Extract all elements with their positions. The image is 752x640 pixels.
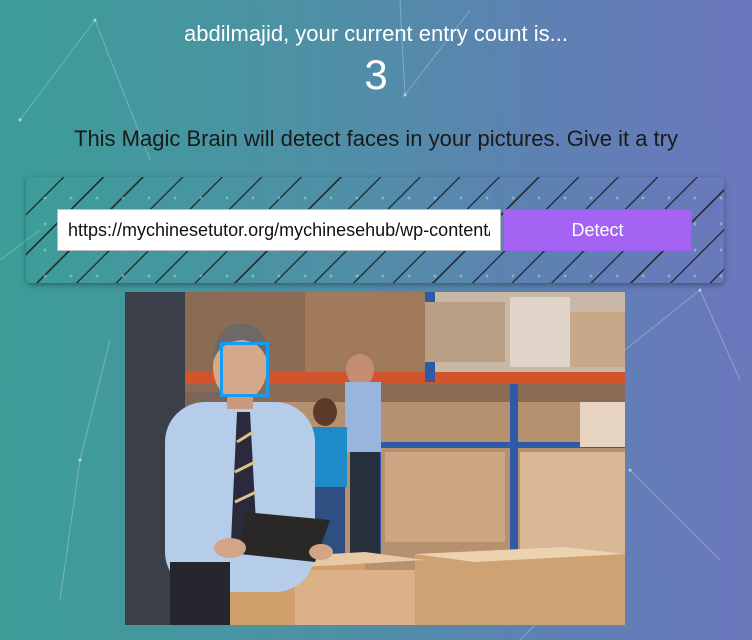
face-recognition-image xyxy=(125,292,625,625)
detect-button[interactable]: Detect xyxy=(503,209,692,251)
face-bounding-box xyxy=(220,342,269,397)
image-link-form: Detect xyxy=(26,177,724,283)
warehouse-photo xyxy=(125,292,625,625)
image-url-input[interactable] xyxy=(57,209,501,251)
rank-message: abdilmajid, your current entry count is.… xyxy=(184,21,568,46)
entry-count: 3 xyxy=(364,51,388,98)
instruction-text: This Magic Brain will detect faces in yo… xyxy=(74,126,678,151)
